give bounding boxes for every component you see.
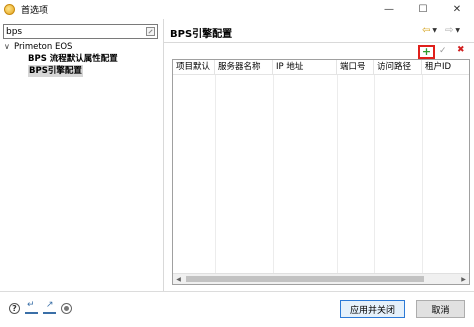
back-dropdown-icon[interactable]: ▼ [432, 27, 437, 34]
preferences-tree: ∨ Primeton EOS BPS 流程默认属性配置 BPS引擎配置 [4, 41, 160, 77]
close-button[interactable]: ✕ [440, 0, 474, 19]
preferences-sidebar: ∨ Primeton EOS BPS 流程默认属性配置 BPS引擎配置 [0, 19, 163, 291]
app-icon [4, 4, 15, 15]
preference-page: BPS引擎配置 ⇦ ▼ ⇨ ▼ + ✓ ✖ 项目默认 服务器名称 IP 地址 端… [164, 19, 474, 291]
edit-icon[interactable]: ✓ [439, 46, 447, 56]
filter-box [3, 24, 158, 39]
record-icon[interactable] [61, 303, 72, 314]
minimize-button[interactable]: — [372, 0, 406, 19]
page-title: BPS引擎配置 [170, 29, 233, 40]
chevron-down-icon[interactable]: ∨ [4, 41, 14, 53]
tree-item-label: BPS 流程默认属性配置 [28, 54, 118, 64]
maximize-button[interactable]: ☐ [406, 0, 440, 19]
cancel-button[interactable]: 取消 [416, 300, 465, 318]
add-button[interactable]: + [418, 45, 435, 59]
table-header: 项目默认 服务器名称 IP 地址 端口号 访问路径 租户ID [173, 60, 469, 75]
help-icon[interactable]: ? [9, 303, 20, 314]
column-header-access-path[interactable]: 访问路径 [374, 60, 422, 74]
export-icon[interactable] [43, 300, 56, 314]
back-arrow-icon[interactable]: ⇦ [422, 25, 430, 36]
import-icon[interactable] [25, 300, 38, 314]
forward-dropdown-icon[interactable]: ▼ [455, 27, 460, 34]
column-header-server-name[interactable]: 服务器名称 [215, 60, 273, 74]
horizontal-scrollbar[interactable]: ◀ ▶ [173, 273, 469, 284]
clear-filter-icon[interactable] [146, 27, 155, 36]
column-header-tenant-id[interactable]: 租户ID [422, 60, 469, 74]
tree-item-label: Primeton EOS [14, 42, 73, 52]
apply-and-close-button[interactable]: 应用并关闭 [340, 300, 405, 318]
title-bar: 首选项 — ☐ ✕ [0, 0, 474, 19]
scroll-right-icon[interactable]: ▶ [458, 274, 469, 284]
add-icon: + [421, 45, 432, 58]
filter-input[interactable] [4, 25, 144, 38]
scrollbar-thumb[interactable] [186, 276, 424, 282]
title-divider [164, 42, 474, 43]
engine-config-table: 项目默认 服务器名称 IP 地址 端口号 访问路径 租户ID ◀ ▶ [172, 59, 470, 285]
window-title: 首选项 [21, 6, 49, 16]
tree-item-bps-default-config[interactable]: BPS 流程默认属性配置 [4, 53, 160, 65]
tree-item-primeton-eos[interactable]: ∨ Primeton EOS [4, 41, 160, 53]
table-body [173, 75, 469, 273]
window-controls: — ☐ ✕ [372, 0, 474, 19]
tree-item-bps-engine-config[interactable]: BPS引擎配置 [4, 65, 160, 77]
scroll-left-icon[interactable]: ◀ [173, 274, 184, 284]
page-navigation: ⇦ ▼ ⇨ ▼ [422, 25, 466, 36]
column-header-project-default[interactable]: 项目默认 [173, 60, 215, 74]
column-header-ip-address[interactable]: IP 地址 [273, 60, 337, 74]
tree-item-label: BPS引擎配置 [28, 65, 83, 77]
delete-icon[interactable]: ✖ [457, 45, 465, 55]
dialog-footer: ? 应用并关闭 取消 [0, 292, 474, 327]
forward-arrow-icon[interactable]: ⇨ [445, 25, 453, 36]
column-header-port[interactable]: 端口号 [337, 60, 374, 74]
